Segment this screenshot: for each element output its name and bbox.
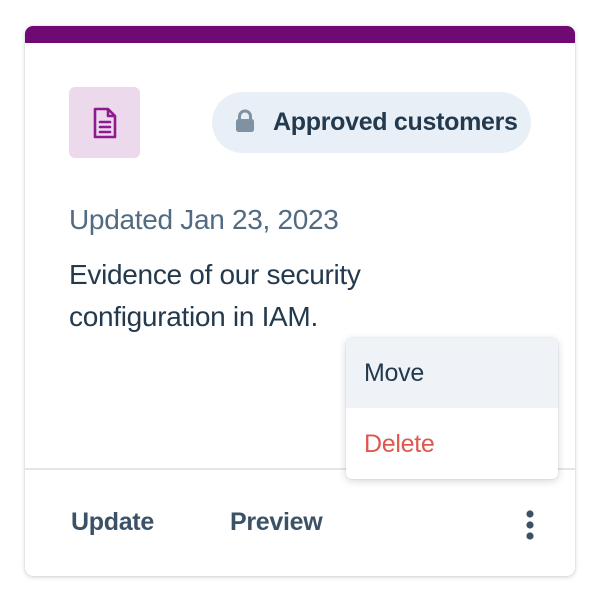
document-card: Approved customers Updated Jan 23, 2023 …: [25, 26, 575, 576]
menu-item-move[interactable]: Move: [346, 338, 558, 408]
document-description: Evidence of our security configuration i…: [69, 259, 361, 332]
preview-button[interactable]: Preview: [230, 508, 323, 537]
access-badge: Approved customers: [212, 92, 531, 153]
menu-item-move-label: Move: [364, 359, 424, 387]
more-vertical-icon[interactable]: [519, 508, 541, 544]
document-icon: [69, 87, 140, 158]
access-badge-label: Approved customers: [273, 108, 518, 136]
menu-item-delete-label: Delete: [364, 430, 435, 458]
context-menu: Move Delete: [346, 338, 558, 479]
menu-item-delete[interactable]: Delete: [346, 409, 558, 479]
card-accent-bar: [25, 26, 575, 43]
update-button[interactable]: Update: [71, 508, 154, 537]
updated-date: Updated Jan 23, 2023: [69, 204, 339, 235]
lock-icon: [234, 109, 256, 133]
